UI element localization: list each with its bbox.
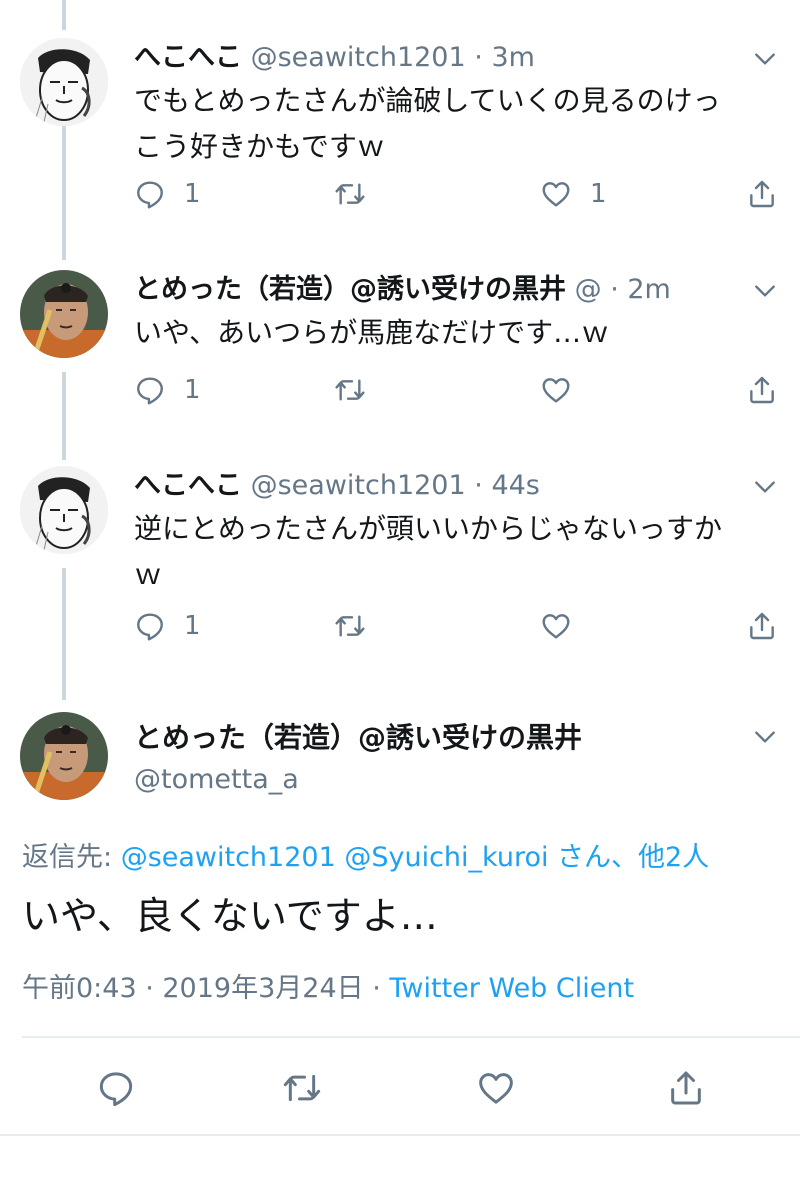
- main-tweet-text: いや、良くないですよ…: [22, 894, 438, 938]
- like-button[interactable]: [540, 370, 590, 410]
- heart-icon: [476, 1068, 516, 1108]
- share-button[interactable]: [746, 606, 778, 646]
- avatar[interactable]: [20, 38, 108, 126]
- thread-line: [62, 372, 66, 460]
- divider: [22, 1036, 800, 1038]
- retweet-button[interactable]: [334, 174, 384, 214]
- like-count: 1: [590, 179, 607, 209]
- reply-count: 1: [184, 611, 201, 641]
- reply-icon: [96, 1068, 136, 1108]
- tweet-actions: 1: [134, 606, 780, 646]
- retweet-button[interactable]: [334, 606, 384, 646]
- tweet-time[interactable]: 44s: [491, 470, 539, 501]
- tweet-text: いや、あいつらが馬鹿なだけです…ｗ: [134, 310, 770, 356]
- separator-dot: ·: [474, 470, 483, 501]
- display-name[interactable]: へこへこ: [134, 470, 242, 501]
- reply-count: 1: [184, 375, 201, 405]
- reply-button[interactable]: 1: [134, 174, 201, 214]
- tweet-time[interactable]: 3m: [491, 42, 534, 73]
- retweet-icon: [282, 1068, 322, 1108]
- tweet-text-line: こう好きかもですｗ: [134, 130, 385, 163]
- reply-icon: [134, 374, 166, 406]
- tweet-text-line: いや、あいつらが馬鹿なだけです…ｗ: [134, 316, 610, 349]
- tweet-actions: 1: [134, 370, 780, 410]
- retweet-button[interactable]: [334, 370, 384, 410]
- chevron-down-icon[interactable]: [752, 46, 778, 72]
- avatar[interactable]: [20, 270, 108, 358]
- user-handle[interactable]: @seawitch1201: [251, 42, 466, 73]
- reply-button[interactable]: 1: [134, 606, 201, 646]
- tweet-text: でもとめったさんが論破していくの見るのけっ こう好きかもですｗ: [134, 78, 770, 170]
- user-handle[interactable]: @: [575, 274, 602, 305]
- retweet-icon: [334, 610, 366, 642]
- reply-icon: [134, 610, 166, 642]
- share-icon: [746, 374, 778, 406]
- user-handle[interactable]: @seawitch1201: [251, 470, 466, 501]
- tweet-timestamp[interactable]: 午前0:43 · 2019年3月24日 ·: [22, 973, 389, 1004]
- separator-dot: ·: [474, 42, 483, 73]
- tweet-meta: 午前0:43 · 2019年3月24日 · Twitter Web Client: [22, 968, 634, 1010]
- display-name[interactable]: とめった（若造）@誘い受けの黒井: [134, 274, 566, 305]
- share-button[interactable]: [666, 1068, 706, 1108]
- tweet-text-line: ｗ: [134, 558, 163, 591]
- chevron-down-icon[interactable]: [752, 278, 778, 304]
- reply-icon: [134, 178, 166, 210]
- heart-icon: [540, 178, 572, 210]
- tweet-header: とめった（若造）@誘い受けの黒井 @ · 2m: [134, 270, 740, 310]
- share-button[interactable]: [746, 174, 778, 214]
- like-button[interactable]: 1: [540, 174, 607, 214]
- tweet-header: へこへこ @seawitch1201 · 3m: [134, 38, 740, 78]
- display-name[interactable]: へこへこ: [134, 42, 242, 73]
- thread-line: [62, 568, 66, 700]
- share-icon: [666, 1068, 706, 1108]
- reply-prefix: 返信先:: [22, 842, 121, 873]
- share-button[interactable]: [746, 370, 778, 410]
- tweet-header: へこへこ @seawitch1201 · 44s: [134, 466, 740, 506]
- tweet-text-line: でもとめったさんが論破していくの見るのけっ: [134, 84, 721, 117]
- reply-count: 1: [184, 179, 201, 209]
- like-button[interactable]: [476, 1068, 516, 1108]
- tweet-actions: 1 1: [134, 174, 780, 214]
- heart-icon: [540, 374, 572, 406]
- separator-dot: ·: [610, 274, 619, 305]
- retweet-icon: [334, 178, 366, 210]
- reply-button[interactable]: 1: [134, 370, 201, 410]
- thread-line: [62, 0, 66, 30]
- tweet-text-line: 逆にとめったさんが頭いいからじゃないっすか: [134, 512, 723, 545]
- tweet-text: 逆にとめったさんが頭いいからじゃないっすか ｗ: [134, 506, 770, 598]
- share-icon: [746, 178, 778, 210]
- heart-icon: [540, 610, 572, 642]
- reply-users-link[interactable]: @seawitch1201 @Syuichi_kuroi さん、他2人: [121, 842, 710, 873]
- avatar[interactable]: [20, 466, 108, 554]
- retweet-icon: [334, 374, 366, 406]
- like-button[interactable]: [540, 606, 590, 646]
- main-user-handle[interactable]: @tometta_a: [134, 760, 299, 800]
- share-icon: [746, 610, 778, 642]
- retweet-button[interactable]: [282, 1068, 322, 1108]
- tweet-time[interactable]: 2m: [627, 274, 670, 305]
- main-avatar[interactable]: [20, 712, 108, 800]
- divider: [0, 1134, 800, 1136]
- thread-line: [62, 120, 66, 260]
- chevron-down-icon[interactable]: [752, 724, 778, 750]
- reply-context: 返信先: @seawitch1201 @Syuichi_kuroi さん、他2人: [22, 838, 709, 878]
- client-link[interactable]: Twitter Web Client: [389, 973, 634, 1004]
- main-display-name[interactable]: とめった（若造）@誘い受けの黒井: [134, 718, 582, 758]
- chevron-down-icon[interactable]: [752, 474, 778, 500]
- reply-button[interactable]: [96, 1068, 136, 1108]
